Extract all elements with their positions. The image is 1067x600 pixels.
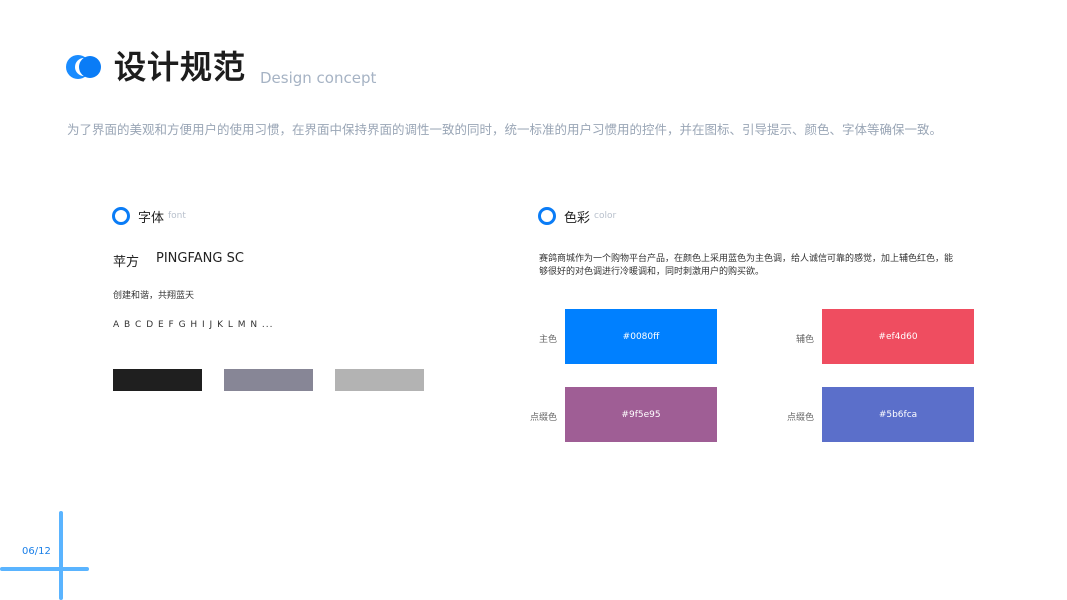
font-section-title: 字体 [138,211,165,226]
font-section-subtitle: font [168,211,186,221]
page-indicator-vertical-bar [59,511,63,600]
text-color-swatch-dark [113,369,202,391]
accent-color-hex-2: #5b6fca [878,409,918,420]
accent-color-swatch-1: #9f5e95 [565,387,717,442]
color-section-subtitle: color [594,211,617,221]
secondary-color-hex: #ef4d60 [878,331,918,342]
font-name-english: PINGFANG SC [156,251,244,266]
accent-color-swatch-2: #5b6fca [822,387,974,442]
primary-color-swatch: #0080ff [565,309,717,364]
color-section-title: 色彩 [564,211,591,226]
color-section-ring-icon [538,207,556,225]
page-subtitle: Design concept [260,69,377,87]
logo-icon [66,55,102,79]
page-indicator-horizontal-bar [0,567,89,571]
page-number: 06/12 [22,546,51,557]
font-section-ring-icon [112,207,130,225]
page-title: 设计规范 [114,48,247,86]
font-name-chinese: 苹方 [113,255,140,270]
primary-color-hex: #0080ff [622,331,660,342]
primary-color-label: 主色 [538,335,557,345]
text-color-swatch-mid [224,369,313,391]
accent-color-hex-1: #9f5e95 [621,409,661,420]
secondary-color-label: 辅色 [795,335,814,345]
text-color-swatch-light [335,369,424,391]
accent-color-label-1: 点缀色 [529,413,557,423]
font-sample-text: 创建和谐，共翔蓝天 [113,291,195,301]
font-alphabet-sample: A B C D E F G H I J K L M N ... [113,320,274,330]
intro-text: 为了界面的美观和方便用户的使用习惯，在界面中保持界面的调性一致的同时，统一标准的… [67,122,943,137]
color-description: 赛鸽商城作为一个购物平台产品，在颜色上采用蓝色为主色调，给人诚信可靠的感觉，加上… [539,254,954,277]
secondary-color-swatch: #ef4d60 [822,309,974,364]
accent-color-label-2: 点缀色 [786,413,814,423]
